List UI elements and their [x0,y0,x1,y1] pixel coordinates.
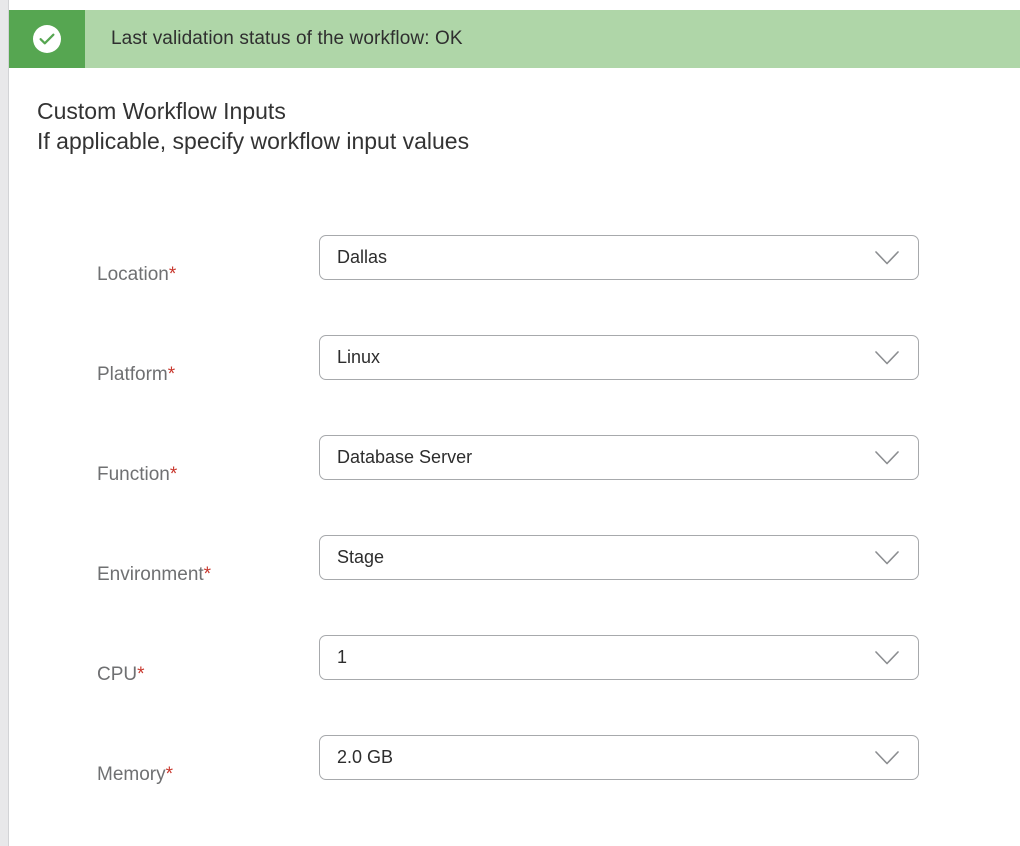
required-asterisk: * [167,364,176,385]
validation-status-banner: Last validation status of the workflow: … [9,10,1020,68]
page-title: Custom Workflow Inputs If applicable, sp… [37,96,469,156]
form-row-memory: Memory* 2.0 GB [9,722,1020,822]
required-asterisk: * [203,564,212,585]
field-label-function-text: Function [97,464,170,485]
chevron-down-icon[interactable] [870,236,904,279]
content-pane: Last validation status of the workflow: … [8,0,1020,846]
check-circle-icon [32,24,62,54]
required-asterisk: * [137,664,145,685]
field-label-memory: Memory* [97,764,173,786]
form-row-location: Location* Dallas [9,222,1020,322]
status-icon-container [9,10,85,68]
required-asterisk: * [168,264,177,285]
select-function-value: Database Server [337,447,473,467]
select-environment[interactable]: Stage [319,535,919,580]
field-label-cpu-text: CPU [97,664,138,685]
required-asterisk: * [165,764,174,785]
chevron-down-icon[interactable] [870,536,904,579]
field-label-platform-text: Platform [97,364,168,385]
status-message: Last validation status of the workflow: … [111,28,463,49]
form-row-cpu: CPU* 1 [9,622,1020,722]
select-location-value: Dallas [337,247,388,267]
select-function[interactable]: Database Server [319,435,919,480]
select-environment-value: Stage [337,547,385,567]
select-memory-value: 2.0 GB [337,747,394,767]
field-label-environment-text: Environment [97,564,204,585]
field-label-cpu: CPU* [97,664,145,686]
select-platform-value: Linux [337,347,381,367]
select-cpu-value: 1 [337,647,348,667]
page-background: Last validation status of the workflow: … [0,0,1020,846]
field-label-memory-text: Memory [97,764,166,785]
select-platform[interactable]: Linux [319,335,919,380]
chevron-down-icon[interactable] [870,436,904,479]
form-row-platform: Platform* Linux [9,322,1020,422]
chevron-down-icon[interactable] [870,636,904,679]
chevron-down-icon[interactable] [870,736,904,779]
select-memory[interactable]: 2.0 GB [319,735,919,780]
field-label-environment: Environment* [97,564,211,586]
field-label-function: Function* [97,464,177,486]
field-label-platform: Platform* [97,364,175,386]
custom-workflow-inputs-form: Location* Dallas Platform* Linux Functio… [9,222,1020,822]
field-label-location: Location* [97,264,176,286]
select-location[interactable]: Dallas [319,235,919,280]
page-title-main: Custom Workflow Inputs [37,98,286,124]
form-row-function: Function* Database Server [9,422,1020,522]
form-row-environment: Environment* Stage [9,522,1020,622]
required-asterisk: * [169,464,178,485]
select-cpu[interactable]: 1 [319,635,919,680]
chevron-down-icon[interactable] [870,336,904,379]
page-title-subtitle: If applicable, specify workflow input va… [37,128,470,154]
field-label-location-text: Location [97,264,169,285]
